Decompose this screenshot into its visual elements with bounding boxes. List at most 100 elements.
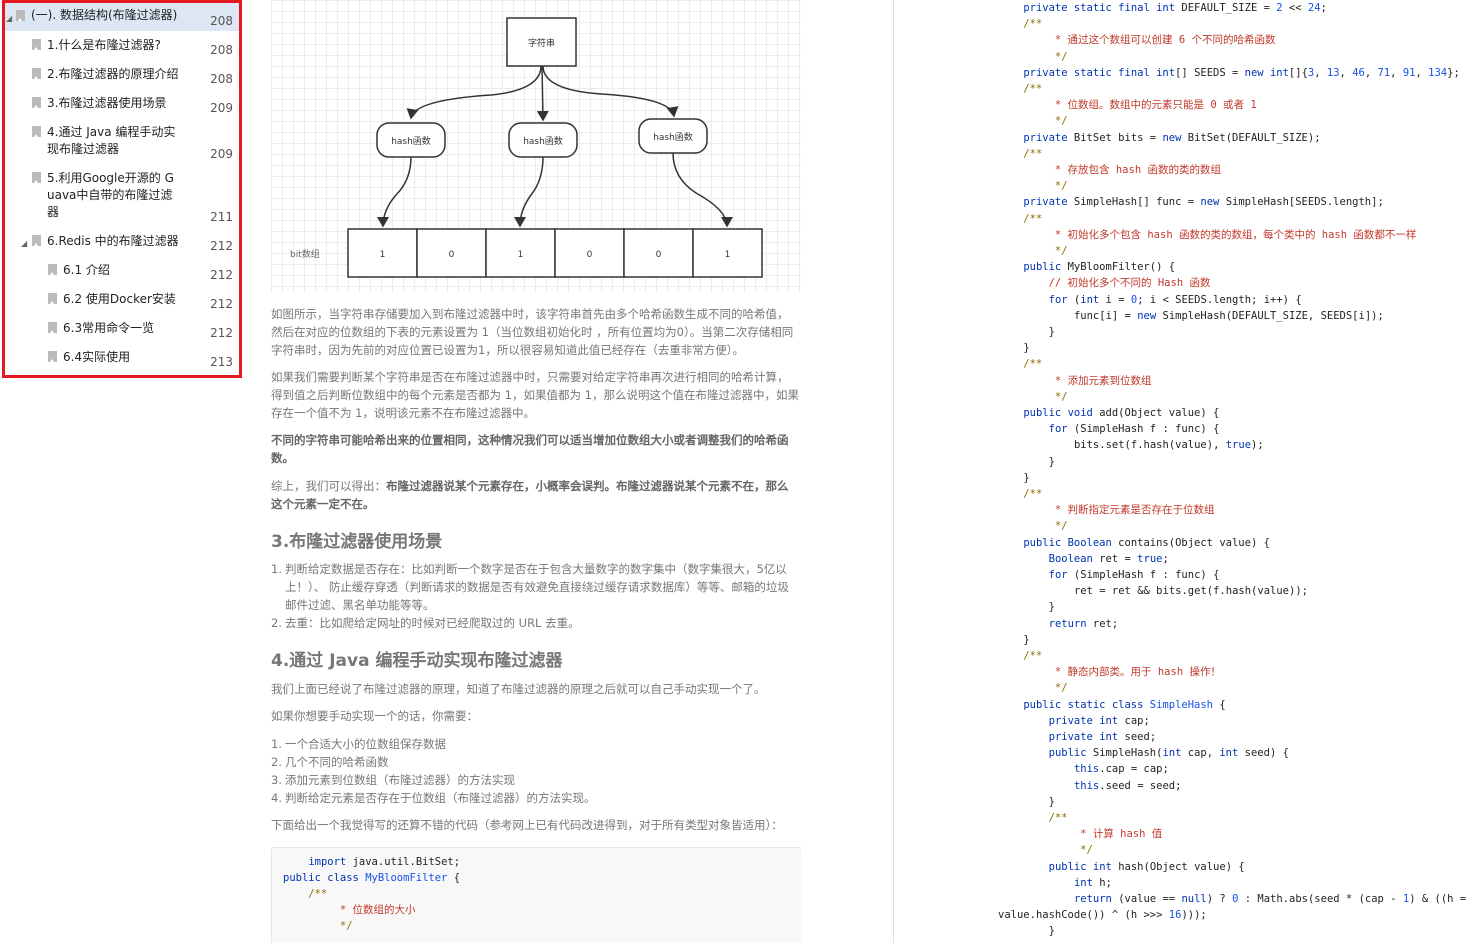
pdf-reader-window: ◢ (一). 数据结构(布隆过滤器) 208 1.什么是布隆过滤器? 208 2.布隆过滤… (0, 0, 1484, 943)
outline-item[interactable]: 6.4实际使用 213 (5, 344, 239, 372)
code-line: /** (998, 650, 1043, 662)
code-line: } (1023, 471, 1030, 484)
outline-item-page: 212 (210, 239, 233, 253)
code-line: // 初始化多个不同的 Hash 函数 (998, 277, 1211, 290)
code-line: * 位数组。数组中的元素只能是 0 或者 1 (998, 99, 1257, 112)
code-line: return ret; (1048, 617, 1119, 630)
code-line: /** (998, 212, 1043, 225)
outline-item[interactable]: ◢ 6.Redis 中的布隆过滤器 212 (5, 228, 239, 256)
paragraph-hash-check: 如果我们需要判断某个字符串是否在布隆过滤器中时，只需要对给定字符串再次进行相同的… (271, 370, 799, 420)
code-line: * 计算 hash 值 (998, 828, 1163, 841)
outline-item-page: 208 (210, 14, 233, 28)
code-line: private BitSet bits = new BitSet(DEFAULT… (1023, 131, 1321, 144)
code-line: return (value == null) ? 0 : Math.abs(se… (1073, 893, 1467, 905)
outline-item-page: 208 (210, 72, 233, 86)
edge-input-hash1 (406, 65, 542, 120)
code-line: private int seed; (1048, 731, 1157, 743)
code-line: private static final int DEFAULT_SIZE = … (1023, 2, 1327, 14)
code-line: } (1023, 342, 1030, 355)
outline-item[interactable]: 6.1 介绍 212 (5, 257, 239, 285)
code-line: } (1048, 601, 1055, 614)
paragraph-hash-store: 如图所示，当字符串存储要加入到布隆过滤器中时，该字符串首先由多个哈希函数生成不同… (271, 307, 794, 357)
code-line: /** (998, 812, 1068, 824)
code-line: bits.set(f.hash(value), true); (1073, 439, 1264, 452)
diagram-svg: 字符串 hash函数 hash函数 hash函数 bit数组 1 0 1 0 0 1 (290, 17, 763, 278)
outline-item[interactable]: 5.利用Google开源的 Guava中自带的布隆过滤器 211 (5, 165, 239, 227)
code-line: value.hashCode()) ^ (h >>> 16))); (998, 909, 1207, 922)
edge-hash2-bit2 (514, 156, 544, 228)
code-line: } (1048, 326, 1055, 338)
paragraph-code-intro: 下面给出一个我觉得写的还算不错的代码（参考网上已有代码改进得到，对于所有类型对象… (271, 818, 783, 832)
document-page-left: 字符串 hash函数 hash函数 hash函数 bit数组 101001 如图… (271, 0, 801, 943)
code-line: * 静态内部类。用于 hash 操作！ (998, 666, 1221, 679)
step-item-2: 2. 几个不同的哈希函数 (271, 755, 389, 769)
outline-item[interactable]: 4.通过 Java 编程手动实现布隆过滤器 209 (5, 119, 239, 164)
bit-cell-value: 0 (449, 250, 455, 260)
code-line: /** (283, 888, 328, 900)
code-line: int h; (1073, 876, 1112, 889)
bookmark-icon (32, 39, 41, 50)
code-line: ret = ret && bits.get(f.hash(value)); (1073, 585, 1308, 598)
code-line: */ (998, 520, 1068, 533)
code-line: */ (998, 180, 1068, 193)
outline-item-page: 212 (210, 326, 233, 340)
code-line: * 添加元素到位数组 (998, 374, 1152, 387)
outline-item-label: (一). 数据结构(布隆过滤器) (31, 8, 178, 22)
code-line: } (1023, 633, 1030, 646)
hash-node-1-label: hash函数 (391, 135, 431, 147)
bookmark-icon (32, 126, 41, 137)
outline-item-label: 3.布隆过滤器使用场景 (47, 96, 167, 110)
page-divider (893, 0, 894, 943)
heading-use-cases: 3.布隆过滤器使用场景 (271, 532, 443, 552)
summary-prefix: 综上，我们可以得出： (271, 479, 386, 493)
code-line: /** (998, 18, 1043, 31)
outline-item[interactable]: 1.什么是布隆过滤器? 208 (5, 32, 239, 60)
outline-item[interactable]: 6.3常用命令一览 212 (5, 315, 239, 343)
outline-item[interactable]: 6.2 使用Docker安装 212 (5, 286, 239, 314)
outline-item-page: 208 (210, 43, 233, 57)
code-line: import java.util.BitSet; (308, 856, 461, 868)
code-line: private int cap; (1048, 714, 1150, 727)
bit-array-label: bit数组 (290, 248, 320, 260)
use-case-item-1: 1. 判断给定数据是否存在：比如判断一个数字是否在于包含大量数字的数字集中（数字集… (271, 562, 789, 612)
code-line: private SimpleHash[] func = new SimpleHa… (1023, 196, 1384, 209)
bookmark-icon (32, 97, 41, 108)
bit-cell-value: 0 (656, 250, 662, 260)
bookmark-icon (32, 68, 41, 79)
edge-hash3-bit5 (672, 152, 733, 228)
code-line: } (1048, 925, 1055, 938)
paragraph-requirements: 如果你想要手动实现一个的话，你需要： (271, 709, 478, 723)
step-item-1: 1. 一个合适大小的位数组保存数据 (271, 737, 446, 751)
code-line: */ (998, 390, 1068, 403)
outline-item-label: 6.2 使用Docker安装 (63, 292, 176, 306)
outline-item[interactable]: ◢ (一). 数据结构(布隆过滤器) 208 (5, 3, 239, 31)
outline-item-page: 212 (210, 268, 233, 282)
edge-hash1-bit0 (377, 156, 412, 228)
outline-item-label: 6.3常用命令一览 (63, 321, 155, 335)
code-line: public static class SimpleHash { (1023, 698, 1226, 711)
code-line: /** (998, 83, 1043, 95)
bookmark-icon (32, 172, 41, 183)
use-case-item-2: 2. 去重：比如爬给定网址的时候对已经爬取过的 URL 去重。 (271, 616, 580, 630)
code-line: */ (998, 245, 1068, 257)
outline-item-label: 5.利用Google开源的 Guava中自带的布隆过滤器 (47, 171, 174, 219)
bit-cell-value: 1 (725, 250, 731, 260)
code-line: */ (283, 920, 353, 932)
code-line: public void add(Object value) { (1023, 407, 1220, 419)
code-line: /** (998, 358, 1043, 371)
bit-array: 1 0 1 0 0 1 (347, 228, 763, 278)
code-line: /** (998, 488, 1043, 500)
step-item-4: 4. 判断给定元素是否存在于位数组（布隆过滤器）的方法实现。 (271, 791, 596, 805)
code-line: public class MyBloomFilter { (283, 872, 461, 884)
expand-triangle-icon[interactable]: ◢ (6, 10, 12, 27)
paragraph-collision-note: 不同的字符串可能哈希出来的位置相同，这种情况我们可以适当增加位数组大小或者调整我… (271, 431, 799, 467)
code-line: public Boolean contains(Object value) { (1023, 536, 1270, 549)
outline-item[interactable]: 3.布隆过滤器使用场景 209 (5, 90, 239, 118)
bloom-filter-diagram: 字符串 hash函数 hash函数 hash函数 bit数组 1 0 1 0 0 1 (271, 0, 801, 292)
expand-triangle-icon[interactable]: ◢ (21, 235, 27, 252)
step-item-3: 3. 添加元素到位数组（布隆过滤器）的方法实现 (271, 773, 515, 787)
outline-item-label: 6.4实际使用 (63, 350, 131, 364)
code-line: */ (998, 682, 1068, 695)
outline-item[interactable]: 2.布隆过滤器的原理介绍 208 (5, 61, 239, 89)
code-line: * 位数组的大小 (283, 904, 416, 916)
